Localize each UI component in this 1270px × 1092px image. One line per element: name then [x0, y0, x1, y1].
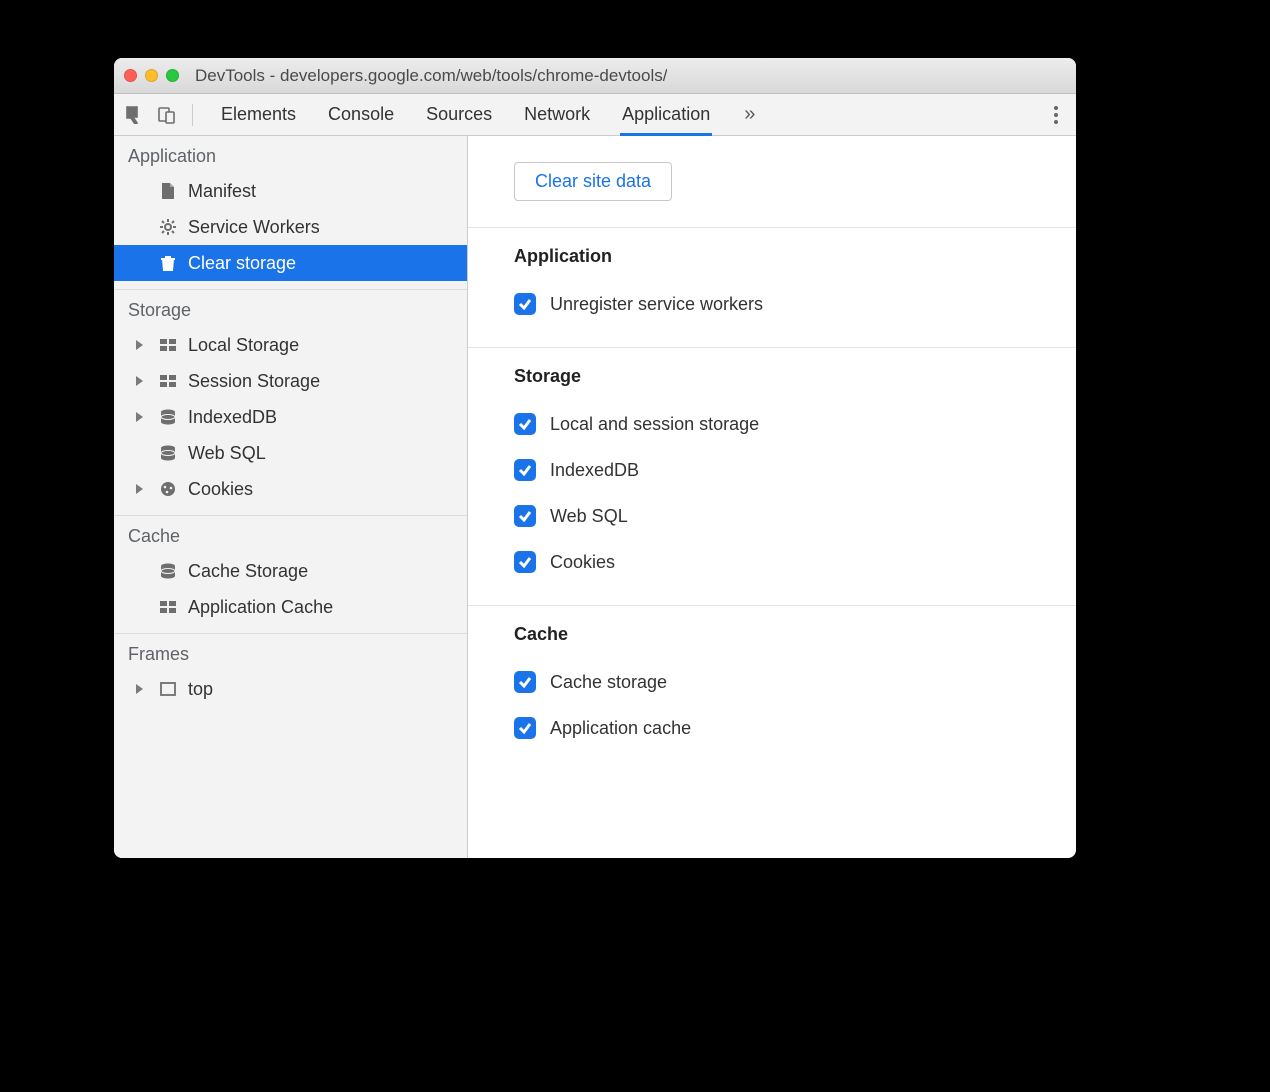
frame-icon [158, 679, 178, 699]
checkbox-label: Cookies [550, 552, 615, 573]
main-area: Application Manifest Service Workers Clear … [114, 136, 1076, 858]
sidebar-item-label: IndexedDB [188, 407, 277, 428]
section-storage: Storage Local and session storage IndexedD… [468, 348, 1076, 606]
file-icon [158, 181, 178, 201]
sidebar-item-cookies[interactable]: Cookies [114, 471, 467, 507]
table-icon [158, 597, 178, 617]
zoom-window-button[interactable] [166, 69, 179, 82]
tab-elements[interactable]: Elements [219, 94, 298, 136]
sidebar-item-label: Cache Storage [188, 561, 308, 582]
sidebar-group-storage: Storage [114, 290, 467, 327]
minimize-window-button[interactable] [145, 69, 158, 82]
section-title: Application [514, 246, 1076, 267]
checkbox-row: Cache storage [514, 659, 1076, 705]
sidebar-item-label: top [188, 679, 213, 700]
table-icon [158, 371, 178, 391]
toolbar-separator [192, 104, 193, 126]
trash-icon [158, 253, 178, 273]
checkbox-label: Cache storage [550, 672, 667, 693]
tab-application[interactable]: Application [620, 94, 712, 136]
sidebar-item-indexeddb[interactable]: IndexedDB [114, 399, 467, 435]
database-icon [158, 443, 178, 463]
checkbox-cache-storage[interactable] [514, 671, 536, 693]
window-title: DevTools - developers.google.com/web/too… [195, 66, 667, 86]
checkbox-label: Web SQL [550, 506, 628, 527]
application-sidebar: Application Manifest Service Workers Clear … [114, 136, 468, 858]
checkbox-web-sql[interactable] [514, 505, 536, 527]
sidebar-item-top[interactable]: top [114, 671, 467, 707]
sidebar-item-application-cache[interactable]: Application Cache [114, 589, 467, 625]
devtools-window: DevTools - developers.google.com/web/too… [114, 58, 1076, 858]
devtools-toolbar: Elements Console Sources Network Application… [114, 94, 1076, 136]
database-icon [158, 561, 178, 581]
tab-console[interactable]: Console [326, 94, 396, 136]
checkbox-row: Cookies [514, 539, 1076, 585]
database-icon [158, 407, 178, 427]
checkbox-label: Unregister service workers [550, 294, 763, 315]
section-title: Cache [514, 624, 1076, 645]
checkbox-cookies[interactable] [514, 551, 536, 573]
sidebar-group-cache: Cache [114, 516, 467, 553]
window-controls [124, 69, 179, 82]
sidebar-item-service-workers[interactable]: Service Workers [114, 209, 467, 245]
sidebar-group-frames: Frames [114, 634, 467, 671]
sidebar-item-local-storage[interactable]: Local Storage [114, 327, 467, 363]
tab-network[interactable]: Network [522, 94, 592, 136]
sidebar-item-session-storage[interactable]: Session Storage [114, 363, 467, 399]
checkbox-local-and-session-storage[interactable] [514, 413, 536, 435]
sidebar-item-label: Session Storage [188, 371, 320, 392]
checkbox-row: Local and session storage [514, 401, 1076, 447]
panel-tabs: Elements Console Sources Network Application [219, 94, 712, 136]
sidebar-group-application: Application [114, 136, 467, 173]
checkbox-row: Web SQL [514, 493, 1076, 539]
table-icon [158, 335, 178, 355]
sidebar-item-cache-storage[interactable]: Cache Storage [114, 553, 467, 589]
clear-site-data-section: Clear site data [468, 136, 1076, 228]
checkbox-indexeddb[interactable] [514, 459, 536, 481]
device-toggle-icon[interactable] [154, 102, 180, 128]
checkbox-label: Application cache [550, 718, 691, 739]
sidebar-item-label: Service Workers [188, 217, 320, 238]
close-window-button[interactable] [124, 69, 137, 82]
cookie-icon [158, 479, 178, 499]
sidebar-item-label: Web SQL [188, 443, 266, 464]
sidebar-item-label: Cookies [188, 479, 253, 500]
checkbox-unregister-service-workers[interactable] [514, 293, 536, 315]
gear-icon [158, 217, 178, 237]
checkbox-row: IndexedDB [514, 447, 1076, 493]
checkbox-label: IndexedDB [550, 460, 639, 481]
settings-menu-icon[interactable] [1044, 103, 1068, 127]
checkbox-row: Application cache [514, 705, 1076, 751]
more-tabs-icon[interactable]: » [744, 103, 755, 126]
section-title: Storage [514, 366, 1076, 387]
section-application: Application Unregister service workers [468, 228, 1076, 348]
sidebar-item-web-sql[interactable]: Web SQL [114, 435, 467, 471]
checkbox-application-cache[interactable] [514, 717, 536, 739]
section-cache: Cache Cache storage Application cache [468, 606, 1076, 771]
sidebar-item-label: Application Cache [188, 597, 333, 618]
clear-site-data-button[interactable]: Clear site data [514, 162, 672, 201]
clear-storage-panel: Clear site data Application Unregister se… [468, 136, 1076, 858]
sidebar-item-manifest[interactable]: Manifest [114, 173, 467, 209]
titlebar: DevTools - developers.google.com/web/too… [114, 58, 1076, 94]
sidebar-item-label: Local Storage [188, 335, 299, 356]
sidebar-item-label: Clear storage [188, 253, 296, 274]
tab-sources[interactable]: Sources [424, 94, 494, 136]
sidebar-item-clear-storage[interactable]: Clear storage [114, 245, 467, 281]
inspect-element-icon[interactable] [122, 102, 148, 128]
checkbox-label: Local and session storage [550, 414, 759, 435]
checkbox-row: Unregister service workers [514, 281, 1076, 327]
sidebar-item-label: Manifest [188, 181, 256, 202]
